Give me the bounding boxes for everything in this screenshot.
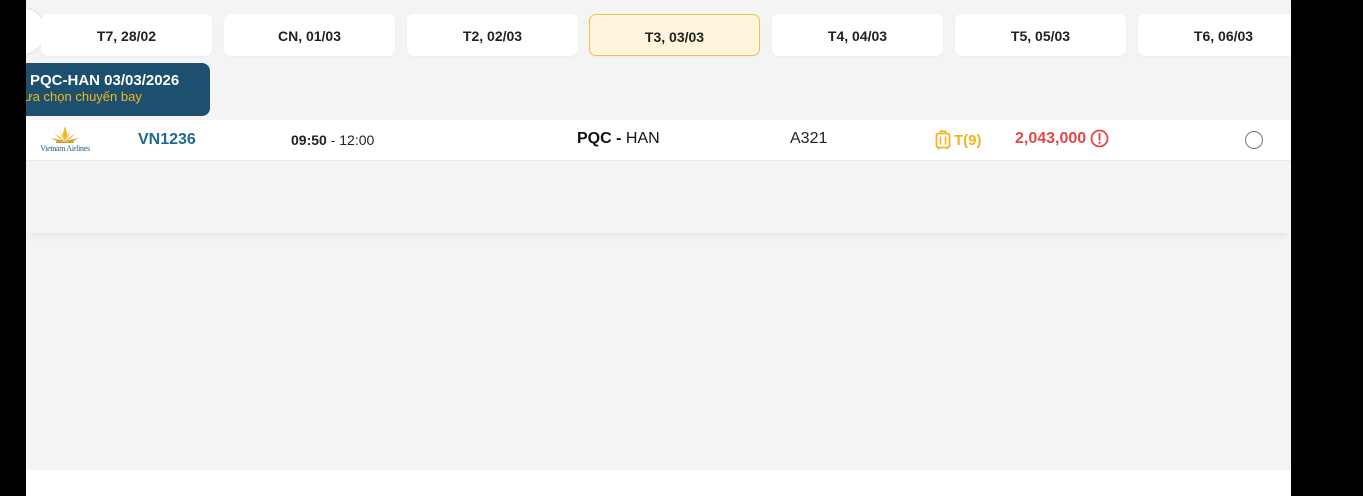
price-value: 2,043,000 xyxy=(1015,129,1087,147)
date-tab-02-03[interactable]: T2, 02/03 xyxy=(407,14,578,56)
fare-class: T(9) xyxy=(935,130,982,150)
origin-code: PQC xyxy=(577,130,612,147)
date-tab-01-03[interactable]: CN, 01/03 xyxy=(224,14,395,56)
depart-time: 09:50 xyxy=(291,132,327,148)
date-tab-label: T5, 05/03 xyxy=(1010,28,1071,44)
luggage-icon xyxy=(935,130,951,150)
route-header-badge: PQC-HAN 03/03/2026 ưa chọn chuyến bay xyxy=(26,63,210,116)
date-tab-label: T7, 28/02 xyxy=(96,28,157,44)
date-tab-label: T3, 03/03 xyxy=(644,29,705,45)
date-tab-04-03[interactable]: T4, 04/03 xyxy=(772,14,943,56)
date-tab-28-02[interactable]: T7, 28/02 xyxy=(41,14,212,56)
results-panel: T7, 28/02 CN, 01/03 T2, 02/03 T3, 03/03 … xyxy=(26,0,1291,470)
route-separator: - xyxy=(611,130,626,147)
fare-class-label: T(9) xyxy=(954,131,982,149)
destination-code: HAN xyxy=(625,130,660,147)
route-subtitle: ưa chọn chuyến bay xyxy=(26,89,142,104)
arrive-time: 12:00 xyxy=(339,132,375,148)
date-tab-03-03-selected[interactable]: T3, 03/03 xyxy=(589,14,760,56)
date-selector-bar: T7, 28/02 CN, 01/03 T2, 02/03 T3, 03/03 … xyxy=(26,0,1291,62)
flight-route: PQC - HAN xyxy=(577,130,660,148)
date-tab-06-03[interactable]: T6, 06/03 xyxy=(1138,14,1291,56)
time-separator: - xyxy=(326,132,340,148)
aircraft-type: A321 xyxy=(790,130,828,147)
flight-price: 2,043,000 xyxy=(1015,129,1109,148)
flight-times: 09:50 - 12:00 xyxy=(291,132,374,148)
flight-number: VN1236 xyxy=(138,131,196,148)
alert-circle-icon[interactable] xyxy=(1090,129,1109,148)
date-tab-label: T6, 06/03 xyxy=(1193,28,1254,44)
date-tab-05-03[interactable]: T5, 05/03 xyxy=(955,14,1126,56)
airline-name: Vietnam Airlines xyxy=(40,144,90,153)
flight-search-stage: T7, 28/02 CN, 01/03 T2, 02/03 T3, 03/03 … xyxy=(26,0,1291,496)
airline-logo: Vietnam Airlines xyxy=(32,125,98,155)
select-flight-radio[interactable] xyxy=(1245,131,1263,149)
results-empty-area xyxy=(26,161,1291,233)
route-title: PQC-HAN 03/03/2026 xyxy=(30,72,180,89)
flight-row[interactable]: Vietnam Airlines VN1236 09:50 - 12:00 PQ… xyxy=(26,120,1291,161)
lotus-icon xyxy=(51,126,79,143)
date-tab-label: T4, 04/03 xyxy=(827,28,888,44)
date-tab-label: CN, 01/03 xyxy=(277,28,342,44)
date-tab-label: T2, 02/03 xyxy=(462,28,523,44)
